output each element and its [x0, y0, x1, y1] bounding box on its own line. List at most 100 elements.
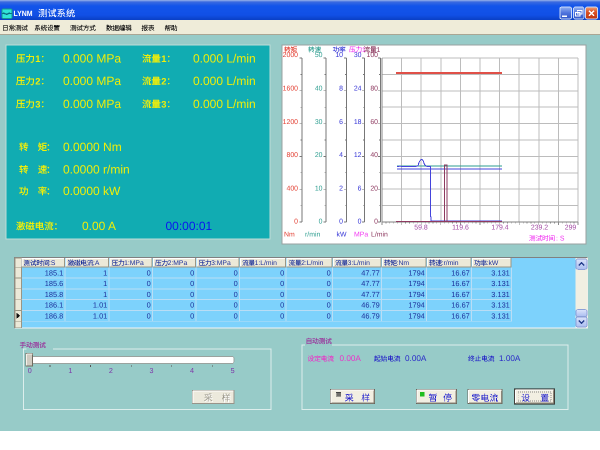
svg-text:47.77: 47.77: [361, 290, 380, 299]
svg-text:46.79: 46.79: [361, 312, 380, 321]
svg-text:: S: : S: [556, 236, 565, 243]
svg-text:47.77: 47.77: [361, 268, 380, 277]
svg-text:5: 5: [231, 366, 235, 375]
svg-text:0: 0: [234, 268, 238, 277]
svg-text:12: 12: [354, 152, 362, 159]
svg-text:0: 0: [28, 366, 32, 375]
svg-text:0.000 MPa: 0.000 MPa: [63, 74, 121, 88]
svg-text:16.67: 16.67: [451, 290, 470, 299]
svg-text:10: 10: [335, 52, 343, 59]
svg-text:1.00A: 1.00A: [499, 354, 521, 363]
svg-text:16.67: 16.67: [451, 312, 470, 321]
svg-text:2: 2: [161, 75, 166, 86]
svg-text:L/min: L/min: [371, 232, 388, 239]
svg-text:0: 0: [147, 279, 151, 288]
svg-text:0.000 L/min: 0.000 L/min: [193, 74, 256, 88]
svg-text::r/min: :r/min: [442, 260, 459, 267]
svg-text:3: 3: [35, 98, 40, 109]
svg-text:0: 0: [294, 219, 298, 226]
svg-text:1: 1: [103, 279, 107, 288]
svg-text::S: :S: [49, 260, 56, 267]
svg-text:47.77: 47.77: [361, 279, 380, 288]
svg-text:6: 6: [339, 119, 343, 126]
svg-text:179.4: 179.4: [491, 224, 508, 231]
svg-text:1794: 1794: [408, 312, 424, 321]
svg-text:kW: kW: [337, 232, 347, 239]
svg-text:16.67: 16.67: [451, 268, 470, 277]
svg-text:0: 0: [327, 312, 331, 321]
svg-text:0: 0: [339, 219, 343, 226]
svg-text:50: 50: [315, 52, 323, 59]
svg-text:0.000 MPa: 0.000 MPa: [63, 97, 121, 111]
svg-text:1794: 1794: [408, 290, 424, 299]
svg-text:0.0000 r/min: 0.0000 r/min: [63, 162, 130, 176]
svg-text:0: 0: [280, 290, 284, 299]
svg-text:0.000 L/min: 0.000 L/min: [193, 97, 256, 111]
svg-text:2: 2: [339, 185, 343, 192]
svg-text:0.00A: 0.00A: [405, 354, 427, 363]
svg-text:0: 0: [147, 268, 151, 277]
svg-text:0: 0: [147, 312, 151, 321]
svg-text:0: 0: [327, 279, 331, 288]
svg-text:3: 3: [150, 366, 154, 375]
svg-text:0: 0: [147, 301, 151, 310]
svg-text:80: 80: [370, 86, 378, 93]
svg-text:0: 0: [190, 279, 194, 288]
svg-text:1:MPa: 1:MPa: [124, 260, 144, 267]
svg-text:00:00:01: 00:00:01: [166, 219, 213, 233]
svg-text:1: 1: [161, 53, 166, 64]
svg-text::kW: :kW: [487, 260, 499, 267]
svg-text:0: 0: [327, 290, 331, 299]
svg-text:239.2: 239.2: [531, 224, 548, 231]
svg-text:186.1: 186.1: [45, 301, 64, 310]
svg-text:59.8: 59.8: [414, 224, 428, 231]
svg-text:0: 0: [280, 268, 284, 277]
svg-text:3.131: 3.131: [491, 268, 510, 277]
svg-text:0: 0: [190, 268, 194, 277]
svg-text:0: 0: [147, 290, 151, 299]
svg-text:2000: 2000: [283, 52, 298, 59]
svg-text:0.0000 kW: 0.0000 kW: [63, 184, 121, 198]
svg-text:0.0000 Nm: 0.0000 Nm: [63, 140, 122, 154]
svg-text::A: :A: [93, 260, 100, 267]
svg-text:3: 3: [161, 98, 166, 109]
svg-text:185.6: 185.6: [45, 279, 64, 288]
svg-text:800: 800: [287, 152, 299, 159]
svg-text:6: 6: [358, 185, 362, 192]
svg-text:3.131: 3.131: [491, 279, 510, 288]
svg-text:1794: 1794: [408, 279, 424, 288]
svg-text:119.6: 119.6: [452, 224, 469, 231]
svg-text:10: 10: [315, 185, 323, 192]
svg-text:30: 30: [354, 52, 362, 59]
svg-text:0: 0: [234, 312, 238, 321]
svg-text:40: 40: [315, 86, 323, 93]
svg-text:185.8: 185.8: [45, 290, 64, 299]
svg-text:24: 24: [354, 86, 362, 93]
svg-text:4: 4: [339, 152, 343, 159]
svg-text:16.67: 16.67: [451, 279, 470, 288]
svg-text:40: 40: [370, 152, 378, 159]
svg-text:20: 20: [370, 185, 378, 192]
svg-text:0: 0: [234, 301, 238, 310]
svg-text:186.8: 186.8: [45, 312, 64, 321]
svg-text:0: 0: [327, 268, 331, 277]
svg-text:46.79: 46.79: [361, 301, 380, 310]
svg-text:0.00 A: 0.00 A: [82, 219, 116, 233]
svg-text:0: 0: [319, 219, 323, 226]
svg-text:r/min: r/min: [305, 232, 320, 239]
svg-text:3.131: 3.131: [491, 312, 510, 321]
svg-text:0: 0: [374, 219, 378, 226]
svg-text:1600: 1600: [283, 86, 298, 93]
svg-text:0: 0: [234, 279, 238, 288]
svg-text:3:L/min: 3:L/min: [348, 260, 371, 267]
svg-text:299: 299: [565, 224, 577, 231]
svg-text:0.00A: 0.00A: [340, 354, 362, 363]
svg-text::Nm: :Nm: [397, 260, 410, 267]
svg-text:400: 400: [287, 185, 299, 192]
svg-text:0.000 MPa: 0.000 MPa: [63, 51, 121, 65]
svg-text:8: 8: [339, 86, 343, 93]
svg-text:1794: 1794: [408, 268, 424, 277]
svg-text:1.01: 1.01: [93, 312, 107, 321]
svg-text:2:L/min: 2:L/min: [301, 260, 324, 267]
svg-text:0: 0: [280, 312, 284, 321]
